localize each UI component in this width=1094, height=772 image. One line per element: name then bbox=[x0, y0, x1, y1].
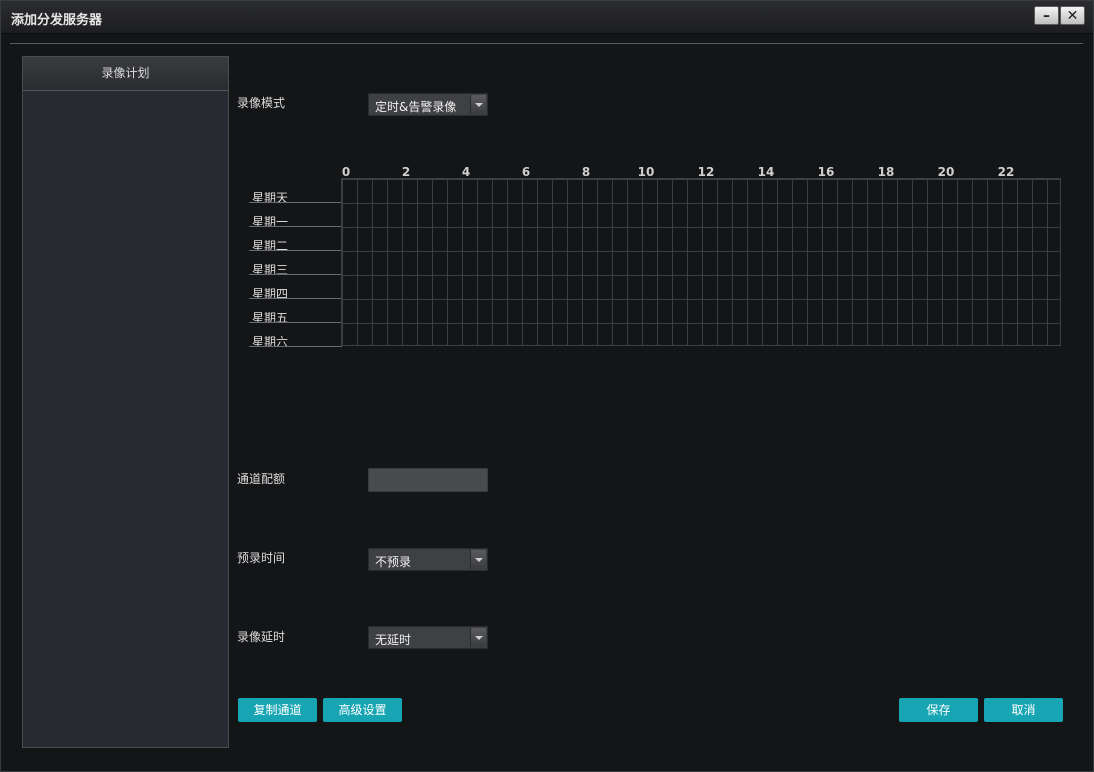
close-button[interactable]: ✕ bbox=[1060, 6, 1085, 25]
hour-label: 4 bbox=[461, 165, 471, 179]
save-button[interactable]: 保存 bbox=[899, 698, 978, 722]
schedule-grid[interactable] bbox=[341, 178, 1061, 346]
day-underline bbox=[249, 298, 342, 299]
channel-quota-input[interactable] bbox=[368, 468, 488, 492]
day-label: 星期二 bbox=[252, 239, 289, 253]
day-label: 星期天 bbox=[252, 191, 289, 205]
hour-label: 8 bbox=[581, 165, 591, 179]
hour-label: 20 bbox=[937, 165, 955, 179]
day-underline bbox=[249, 226, 342, 227]
hour-label: 10 bbox=[637, 165, 655, 179]
record-mode-select[interactable]: 定时&告警录像 bbox=[368, 93, 488, 116]
day-label: 星期一 bbox=[252, 215, 289, 229]
hour-label: 6 bbox=[521, 165, 531, 179]
prerecord-label: 预录时间 bbox=[237, 551, 286, 565]
day-label: 星期五 bbox=[252, 311, 289, 325]
hour-label: 22 bbox=[997, 165, 1015, 179]
hour-label: 16 bbox=[817, 165, 835, 179]
day-underline bbox=[249, 202, 342, 203]
hour-label: 14 bbox=[757, 165, 775, 179]
channel-quota-label: 通道配额 bbox=[237, 472, 286, 486]
hour-label: 2 bbox=[401, 165, 411, 179]
window-title: 添加分发服务器 bbox=[11, 13, 103, 28]
chevron-down-icon[interactable] bbox=[470, 95, 486, 114]
minimize-icon: – bbox=[1043, 7, 1050, 24]
day-underline bbox=[249, 250, 342, 251]
title-bar[interactable]: 添加分发服务器 – ✕ bbox=[1, 1, 1093, 34]
close-icon: ✕ bbox=[1066, 7, 1079, 24]
day-label: 星期六 bbox=[252, 335, 289, 349]
hour-label: 18 bbox=[877, 165, 895, 179]
hour-label: 0 bbox=[341, 165, 351, 179]
day-underline bbox=[249, 274, 342, 275]
delay-value: 无延时 bbox=[375, 633, 412, 647]
header-divider bbox=[10, 43, 1083, 44]
day-underline bbox=[249, 346, 342, 347]
channel-panel[interactable]: 录像计划 bbox=[22, 56, 229, 748]
chevron-down-icon[interactable] bbox=[470, 550, 486, 569]
panel-header: 录像计划 bbox=[23, 57, 228, 91]
day-label: 星期四 bbox=[252, 287, 289, 301]
delay-label: 录像延时 bbox=[237, 630, 286, 644]
copy-channel-button[interactable]: 复制通道 bbox=[238, 698, 317, 722]
delay-select[interactable]: 无延时 bbox=[368, 626, 488, 649]
day-label: 星期三 bbox=[252, 263, 289, 277]
cancel-button[interactable]: 取消 bbox=[984, 698, 1063, 722]
hour-label: 12 bbox=[697, 165, 715, 179]
record-mode-label: 录像模式 bbox=[237, 96, 286, 110]
prerecord-select[interactable]: 不预录 bbox=[368, 548, 488, 571]
prerecord-value: 不预录 bbox=[375, 555, 412, 569]
minimize-button[interactable]: – bbox=[1034, 6, 1059, 25]
advanced-settings-button[interactable]: 高级设置 bbox=[323, 698, 402, 722]
day-underline bbox=[249, 322, 342, 323]
record-mode-value: 定时&告警录像 bbox=[375, 100, 457, 114]
chevron-down-icon[interactable] bbox=[470, 628, 486, 647]
